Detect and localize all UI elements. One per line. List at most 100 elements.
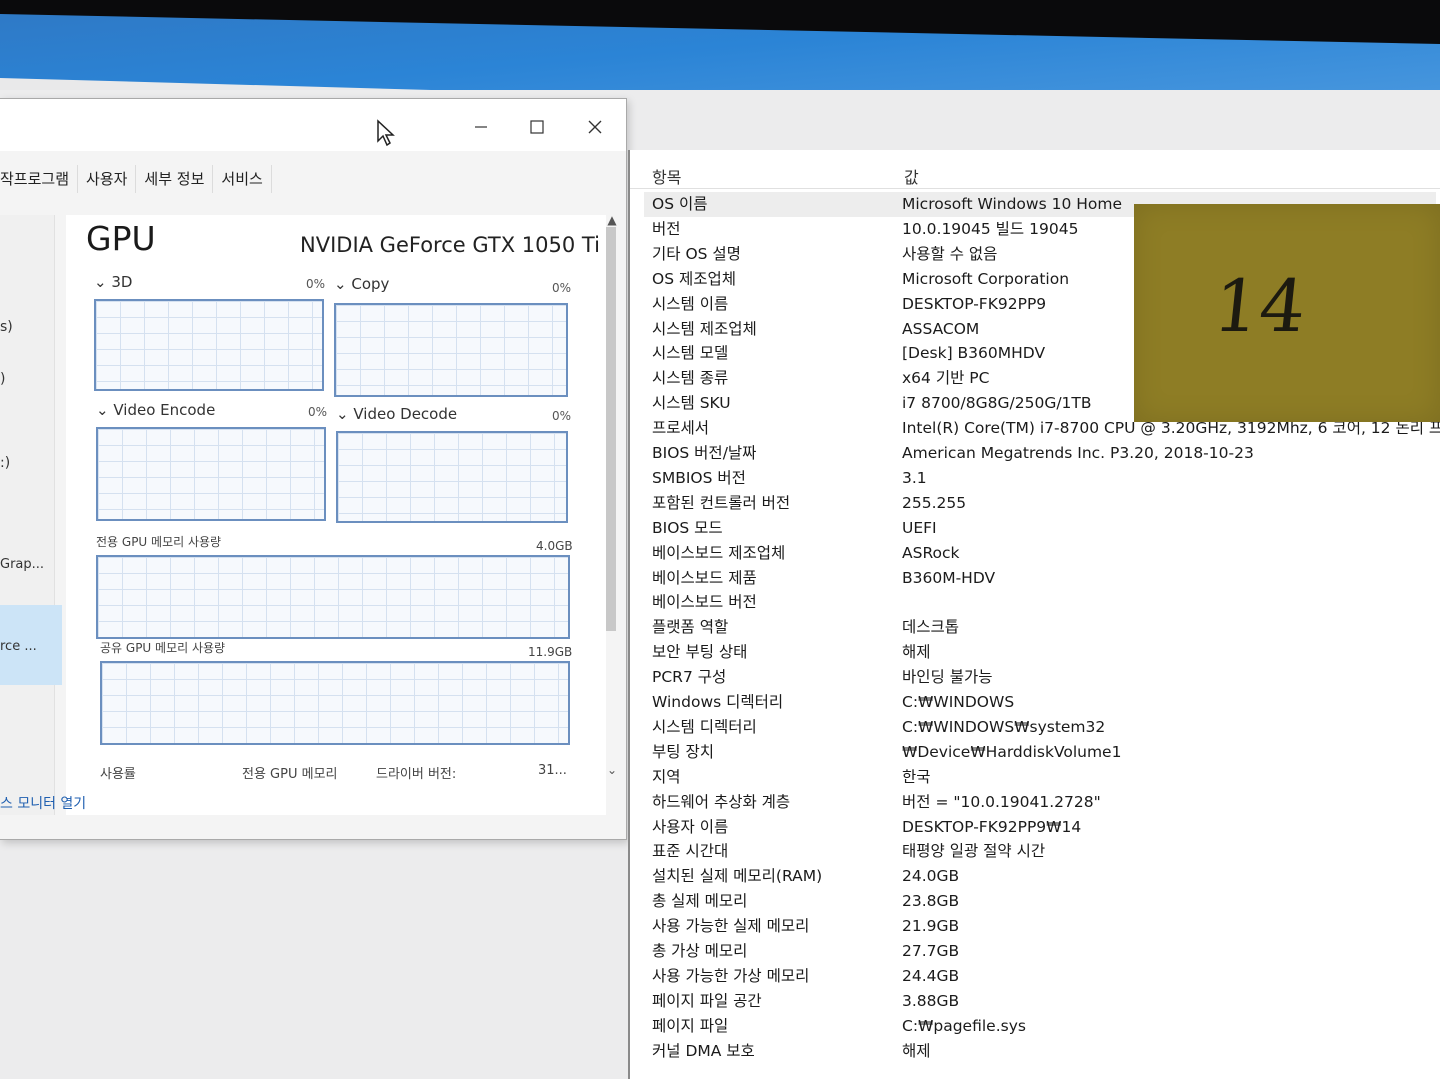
row-value: ASRock — [902, 543, 960, 562]
row-key: 부팅 장치 — [652, 742, 714, 761]
graph-copy — [334, 303, 568, 397]
tab-details[interactable]: 세부 정보 — [136, 165, 214, 193]
row-value: 태평양 일광 절약 시간 — [902, 842, 1046, 861]
row-key: 사용 가능한 가상 메모리 — [652, 966, 810, 985]
table-row[interactable]: 시스템 디렉터리 C:₩WINDOWS₩system32 — [644, 715, 1436, 740]
row-value: 사용할 수 없음 — [902, 244, 998, 263]
row-key: OS 이름 — [652, 195, 708, 213]
graph-percent-video-encode: 0% — [308, 405, 328, 419]
row-key: 프로세서 — [652, 419, 710, 438]
maximize-icon — [530, 120, 544, 134]
table-row[interactable]: 포함된 컨트롤러 버전 255.255 — [644, 491, 1436, 516]
table-row[interactable]: 표준 시간대 태평양 일광 절약 시간 — [644, 839, 1436, 864]
table-row[interactable]: 커널 DMA 보호 해제 — [644, 1039, 1436, 1064]
minimize-button[interactable] — [458, 109, 504, 145]
table-row[interactable]: 사용자 이름 DESKTOP-FK92PP9₩14 — [644, 815, 1436, 840]
task-manager-window: 작프로그램 사용자 세부 정보 서비스 s) ) :) Grap... rce … — [0, 98, 627, 840]
table-row[interactable]: 부팅 장치 ₩Device₩HarddiskVolume1 — [644, 740, 1436, 765]
table-row[interactable]: Windows 디렉터리 C:₩WINDOWS — [644, 690, 1436, 715]
table-row[interactable]: 보안 부팅 상태 해제 — [644, 640, 1436, 665]
table-row[interactable]: SMBIOS 버전 3.1 — [644, 466, 1436, 491]
row-value: 해제 — [902, 643, 931, 662]
row-key: 사용자 이름 — [652, 817, 729, 836]
gpu-model-name: NVIDIA GeForce GTX 1050 Ti — [300, 233, 600, 257]
table-row[interactable]: BIOS 버전/날짜 American Megatrends Inc. P3.20… — [644, 441, 1436, 466]
table-row[interactable]: 총 실제 메모리 23.8GB — [644, 889, 1436, 914]
table-row[interactable]: 하드웨어 추상화 계층 버전 = "10.0.19041.2728" — [644, 790, 1436, 815]
graph-3d — [94, 299, 324, 391]
table-row[interactable]: 베이스보드 제품 B360M-HDV — [644, 566, 1436, 591]
graph-percent-copy: 0% — [552, 281, 572, 295]
graph-percent-video-decode: 0% — [552, 409, 572, 423]
row-key: 베이스보드 제조업체 — [652, 543, 786, 562]
row-key: 버전 — [652, 219, 681, 238]
row-value: ASSACOM — [902, 319, 980, 338]
row-key: 시스템 제조업체 — [652, 319, 757, 338]
table-row[interactable]: 설치된 실제 메모리(RAM) 24.0GB — [644, 864, 1436, 889]
row-value: x64 기반 PC — [902, 369, 990, 388]
scroll-down-icon[interactable]: ⌄ — [604, 763, 620, 777]
sidebar-item[interactable]: s) — [0, 319, 13, 335]
row-key: 기타 OS 설명 — [652, 244, 741, 263]
sidebar-item[interactable]: ) — [0, 371, 5, 387]
graph-label-3d[interactable]: ⌄ 3D — [94, 273, 132, 291]
row-key: 표준 시간대 — [652, 842, 729, 861]
table-row[interactable]: 지역 한국 — [644, 765, 1436, 790]
row-key: 시스템 모델 — [652, 344, 729, 363]
row-value: 23.8GB — [902, 892, 960, 911]
graph-label-video-decode[interactable]: ⌄ Video Decode — [336, 405, 457, 423]
row-key: 총 가상 메모리 — [652, 942, 748, 960]
table-row[interactable]: PCR7 구성 바인딩 불가능 — [644, 665, 1436, 690]
sidebar-item[interactable]: rce ... — [0, 639, 37, 654]
row-value: B360M-HDV — [902, 568, 996, 587]
row-key: 커널 DMA 보호 — [652, 1041, 755, 1060]
row-key: 베이스보드 제품 — [652, 568, 757, 587]
shared-memory-graph — [100, 661, 570, 745]
tab-services[interactable]: 서비스 — [213, 165, 272, 193]
maximize-button[interactable] — [514, 109, 560, 145]
graph-label-copy[interactable]: ⌄ Copy — [334, 275, 389, 293]
sidebar-item[interactable]: Grap... — [0, 557, 44, 572]
dedicated-memory-stat-label: 전용 GPU 메모리 — [242, 767, 338, 782]
row-value: ₩Device₩HarddiskVolume1 — [902, 742, 1122, 761]
minimize-icon — [475, 126, 487, 128]
table-row[interactable]: 페이지 파일 공간 3.88GB — [644, 989, 1436, 1014]
table-row[interactable]: 총 가상 메모리 27.7GB — [644, 939, 1436, 964]
table-row[interactable]: 사용 가능한 가상 메모리 24.4GB — [644, 964, 1436, 989]
close-button[interactable] — [572, 109, 618, 145]
sticky-note-text: 14 — [1209, 264, 1311, 348]
table-row[interactable]: 사용 가능한 실제 메모리 21.9GB — [644, 914, 1436, 939]
table-row[interactable]: BIOS 모드 UEFI — [644, 516, 1436, 541]
row-key: PCR7 구성 — [652, 668, 727, 687]
row-value: 10.0.19045 빌드 19045 — [902, 219, 1079, 238]
gpu-title: GPU — [86, 219, 156, 258]
row-key: 시스템 종류 — [652, 369, 729, 388]
row-value: American Megatrends Inc. P3.20, 2018-10-… — [902, 444, 1254, 462]
table-row[interactable]: 페이지 파일 C:₩pagefile.sys — [644, 1014, 1436, 1039]
title-bar[interactable] — [0, 99, 626, 151]
tab-startup[interactable]: 작프로그램 — [0, 165, 79, 193]
column-value-header[interactable]: 값 — [904, 164, 919, 188]
row-value: 27.7GB — [902, 942, 960, 960]
dedicated-memory-graph — [96, 555, 570, 639]
shared-memory-max: 11.9GB — [528, 645, 573, 659]
table-row[interactable]: 베이스보드 버전 — [644, 590, 1436, 615]
row-key: SMBIOS 버전 — [652, 468, 746, 487]
column-item-header[interactable]: 항목 — [652, 164, 681, 188]
table-row[interactable]: 플랫폼 역할 데스크톱 — [644, 615, 1436, 640]
row-value: i7 8700/8G8G/250G/1TB — [902, 394, 1092, 413]
row-key: BIOS 버전/날짜 — [652, 444, 757, 462]
graph-label-video-encode[interactable]: ⌄ Video Encode — [96, 401, 215, 419]
row-key: 포함된 컨트롤러 버전 — [652, 493, 791, 512]
table-row[interactable]: 베이스보드 제조업체 ASRock — [644, 541, 1436, 566]
row-value: C:₩pagefile.sys — [902, 1016, 1026, 1035]
performance-sidebar — [0, 215, 55, 815]
scroll-up-icon[interactable]: ▲ — [604, 213, 620, 227]
scrollbar-thumb[interactable] — [606, 227, 616, 631]
sidebar-item[interactable]: :) — [0, 455, 10, 471]
open-resource-monitor-link[interactable]: 스 모니터 열기 — [0, 793, 86, 813]
row-value: C:₩WINDOWS₩system32 — [902, 717, 1106, 736]
tab-users[interactable]: 사용자 — [78, 165, 137, 193]
row-value: 24.0GB — [902, 867, 960, 886]
row-value: 한국 — [902, 767, 931, 786]
